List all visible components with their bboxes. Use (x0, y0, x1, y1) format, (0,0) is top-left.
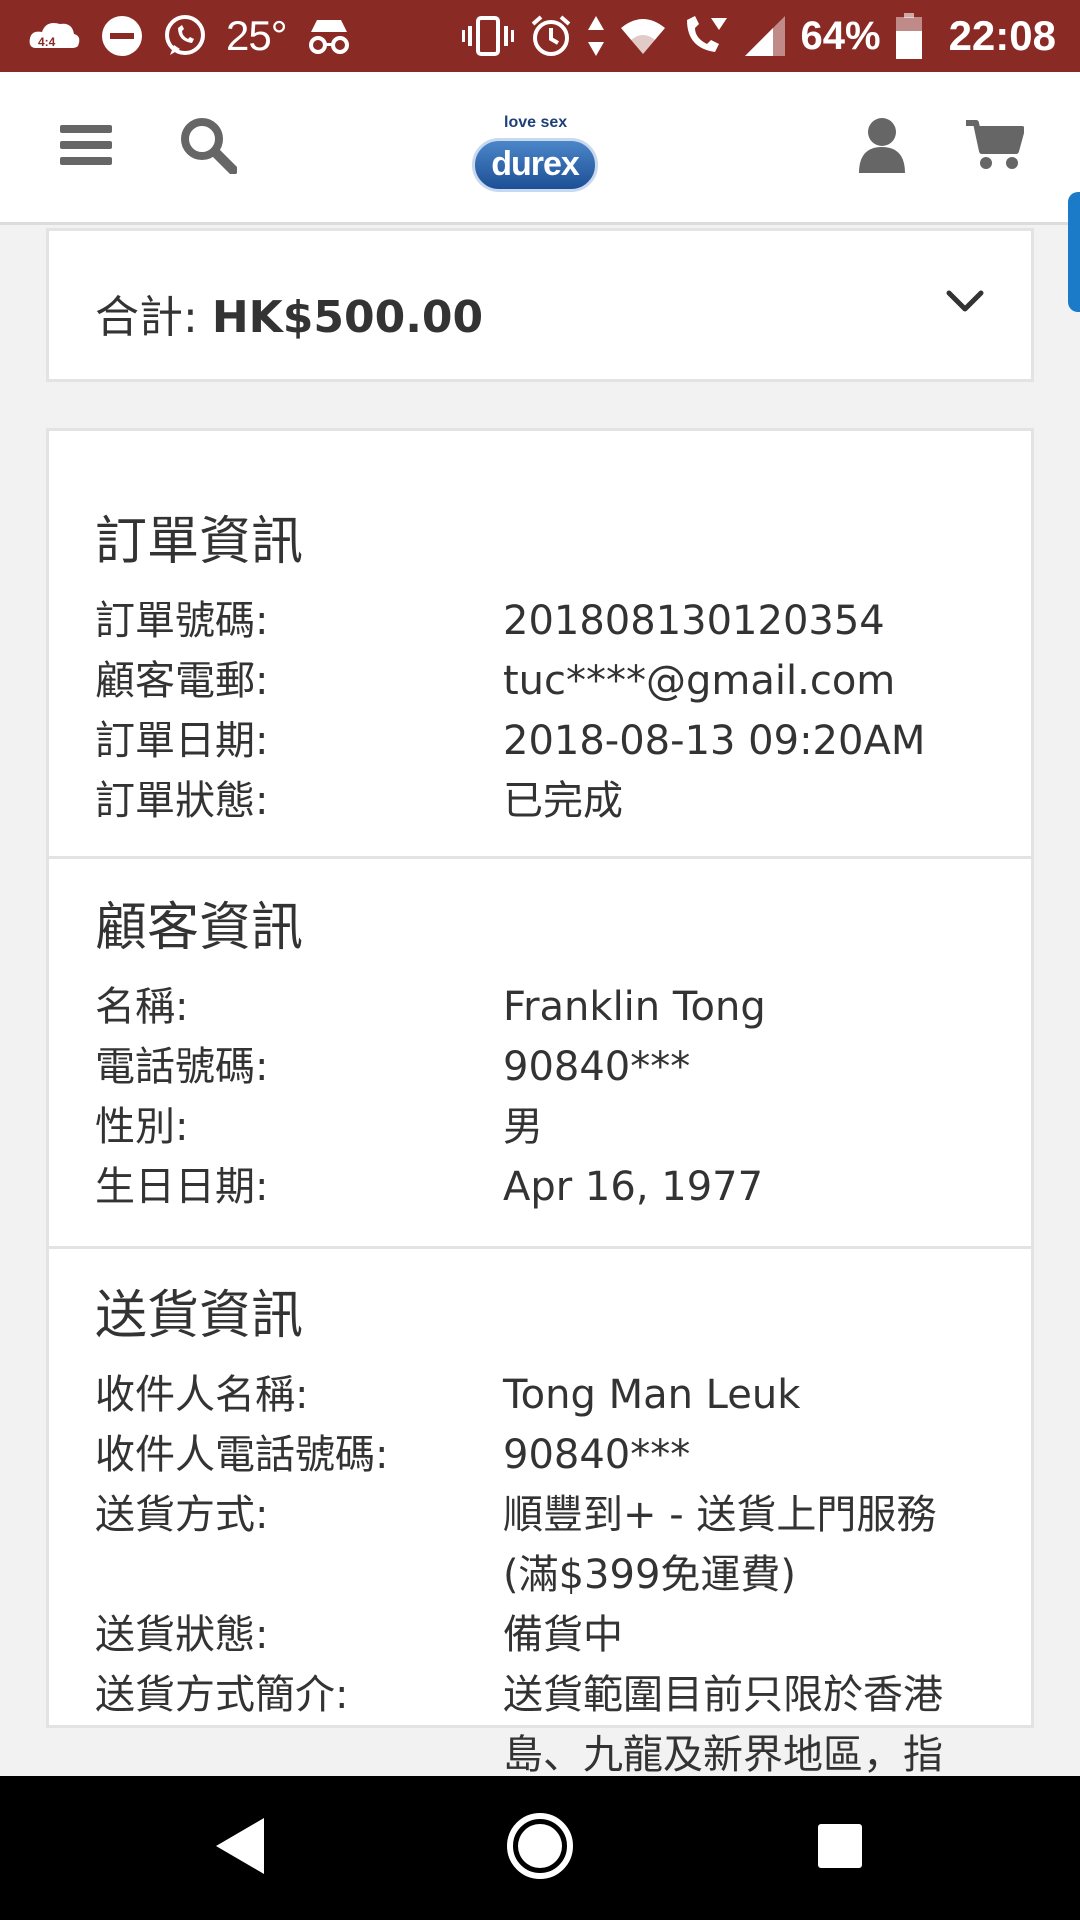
delivery-description-value: 送貨範圍目前只限於香港 (503, 1672, 943, 1718)
home-button[interactable] (504, 1812, 576, 1884)
vibrate-icon (461, 14, 515, 58)
logo-wordmark: durex (472, 138, 598, 192)
weather-cloud-icon: 4:4 (26, 16, 82, 56)
back-button[interactable] (204, 1812, 276, 1884)
total-label: 合計: (95, 292, 212, 343)
customer-phone-label: 電話號碼: (95, 1044, 269, 1090)
android-nav-bar (0, 1776, 1080, 1920)
back-triangle-icon (212, 1816, 268, 1880)
recipient-name-value: Tong Man Leuk (503, 1372, 801, 1418)
order-detail-content: 合計: HK$500.00 訂單資訊 訂單號碼: 201808130120354… (46, 228, 1034, 1778)
incognito-icon (305, 16, 353, 56)
delivery-info-title: 送貨資訊 (95, 1286, 304, 1346)
order-status-value: 已完成 (503, 778, 623, 824)
customer-info-section: 顧客資訊 名稱: Franklin Tong 電話號碼: 90840*** 性別… (49, 859, 1031, 1249)
wifi-calling-icon (681, 14, 729, 58)
customer-gender-label: 性別: (95, 1104, 189, 1150)
customer-gender-value: 男 (503, 1104, 543, 1150)
delivery-status-value: 備貨中 (503, 1612, 623, 1658)
whatsapp-icon (162, 13, 208, 59)
search-button[interactable] (178, 117, 238, 177)
recipient-phone-value: 90840*** (503, 1432, 691, 1478)
delivery-status-label: 送貨狀態: (95, 1612, 269, 1658)
customer-phone-value: 90840*** (503, 1044, 691, 1090)
delivery-description-label: 送貨方式簡介: (95, 1672, 349, 1718)
battery-percent-text: 64% (800, 13, 881, 58)
signal-icon (743, 14, 787, 58)
menu-button[interactable] (56, 117, 116, 177)
order-number-value: 201808130120354 (503, 598, 885, 644)
do-not-disturb-icon (100, 14, 144, 58)
home-circle-icon (505, 1811, 575, 1885)
order-total: 合計: HK$500.00 (95, 281, 483, 345)
order-number-label: 訂單號碼: (95, 598, 269, 644)
alarm-icon (529, 14, 573, 58)
order-date-label: 訂單日期: (95, 718, 269, 764)
customer-info-title: 顧客資訊 (95, 898, 304, 958)
order-total-card[interactable]: 合計: HK$500.00 (46, 228, 1034, 382)
temperature-text: 25° (226, 12, 288, 59)
recents-square-icon (816, 1822, 864, 1874)
order-info-section: 訂單資訊 訂單號碼: 201808130120354 顧客電郵: tuc****… (49, 431, 1031, 859)
customer-email-label: 顧客電郵: (95, 658, 269, 704)
total-amount: HK$500.00 (211, 292, 484, 343)
delivery-info-section: 送貨資訊 收件人名稱: Tong Man Leuk 收件人電話號碼: 90840… (49, 1249, 1031, 1778)
hamburger-icon (58, 121, 114, 173)
site-header: love sex durex (0, 72, 1080, 225)
recipient-name-label: 收件人名稱: (95, 1372, 309, 1418)
svg-text:4:4: 4:4 (38, 35, 56, 49)
cart-icon (964, 117, 1025, 177)
side-feedback-tab[interactable] (1068, 192, 1080, 312)
battery-icon (895, 13, 923, 59)
recents-button[interactable] (804, 1812, 876, 1884)
data-transfer-icon (587, 14, 605, 58)
search-icon (179, 116, 238, 178)
user-icon (857, 117, 907, 177)
chevron-down-icon[interactable] (945, 281, 985, 321)
wifi-icon (619, 16, 667, 56)
screen: 4:4 25° 64% 22:08 love sex durex 合計: HK$… (0, 0, 1080, 1920)
cart-button[interactable] (964, 117, 1025, 177)
customer-name-label: 名稱: (95, 984, 189, 1030)
customer-birthday-label: 生日日期: (95, 1164, 269, 1210)
customer-name-value: Franklin Tong (503, 984, 766, 1030)
clock-text: 22:08 (948, 12, 1056, 59)
logo-tagline: love sex (504, 114, 568, 131)
durex-logo[interactable]: love sex durex (470, 94, 605, 204)
order-status-label: 訂單狀態: (95, 778, 269, 824)
order-info-title: 訂單資訊 (95, 512, 304, 572)
status-bar: 4:4 25° 64% 22:08 (0, 0, 1080, 72)
order-date-value: 2018-08-13 09:20AM (503, 718, 926, 764)
delivery-method-value-line2: (滿$399免運費) (503, 1552, 797, 1598)
delivery-method-label: 送貨方式: (95, 1492, 269, 1538)
customer-email-value: tuc****@gmail.com (503, 658, 896, 704)
recipient-phone-label: 收件人電話號碼: (95, 1432, 389, 1478)
customer-birthday-value: Apr 16, 1977 (503, 1164, 764, 1210)
delivery-method-value: 順豐到+ - 送貨上門服務 (503, 1492, 937, 1538)
account-button[interactable] (852, 117, 912, 177)
order-info-card: 訂單資訊 訂單號碼: 201808130120354 顧客電郵: tuc****… (46, 428, 1034, 1778)
